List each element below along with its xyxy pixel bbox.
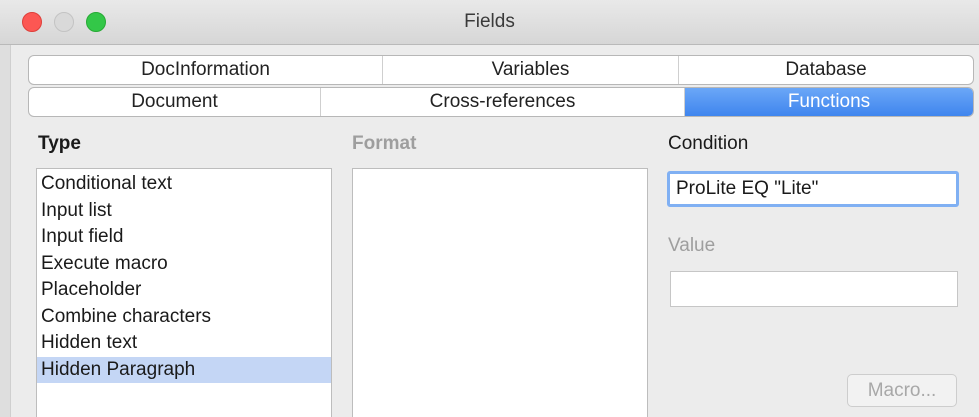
title-bar: Fields [0, 0, 979, 45]
macro-button[interactable]: Macro... [847, 374, 957, 407]
tab-database[interactable]: Database [679, 56, 973, 84]
type-list[interactable]: Conditional text Input list Input field … [36, 168, 332, 417]
tab-functions[interactable]: Functions [685, 88, 973, 116]
fields-dialog: Fields DocInformation Variables Database… [0, 0, 979, 417]
tab-row-2: Document Cross-references Functions [28, 87, 974, 117]
list-item-selected[interactable]: Hidden Paragraph [37, 356, 331, 383]
tab-document[interactable]: Document [29, 88, 321, 116]
condition-label: Condition [668, 133, 749, 154]
list-item[interactable]: Input list [37, 198, 331, 225]
list-item[interactable]: Combine characters [37, 304, 331, 331]
value-label: Value [668, 235, 716, 256]
tab-row-1: DocInformation Variables Database [28, 55, 974, 85]
format-label: Format [352, 133, 417, 154]
value-input[interactable] [670, 271, 958, 307]
tab-docinformation[interactable]: DocInformation [29, 56, 383, 84]
list-item[interactable]: Hidden text [37, 330, 331, 357]
list-item[interactable]: Execute macro [37, 251, 331, 278]
type-label: Type [38, 133, 81, 154]
list-item[interactable]: Input field [37, 224, 331, 251]
list-item[interactable]: Conditional text [37, 171, 331, 198]
window-title: Fields [464, 11, 515, 32]
condition-input[interactable] [667, 171, 959, 207]
list-item[interactable]: Placeholder [37, 277, 331, 304]
window-left-edge [0, 44, 11, 417]
tab-cross-references[interactable]: Cross-references [321, 88, 685, 116]
format-list[interactable] [352, 168, 648, 417]
tab-variables[interactable]: Variables [383, 56, 679, 84]
